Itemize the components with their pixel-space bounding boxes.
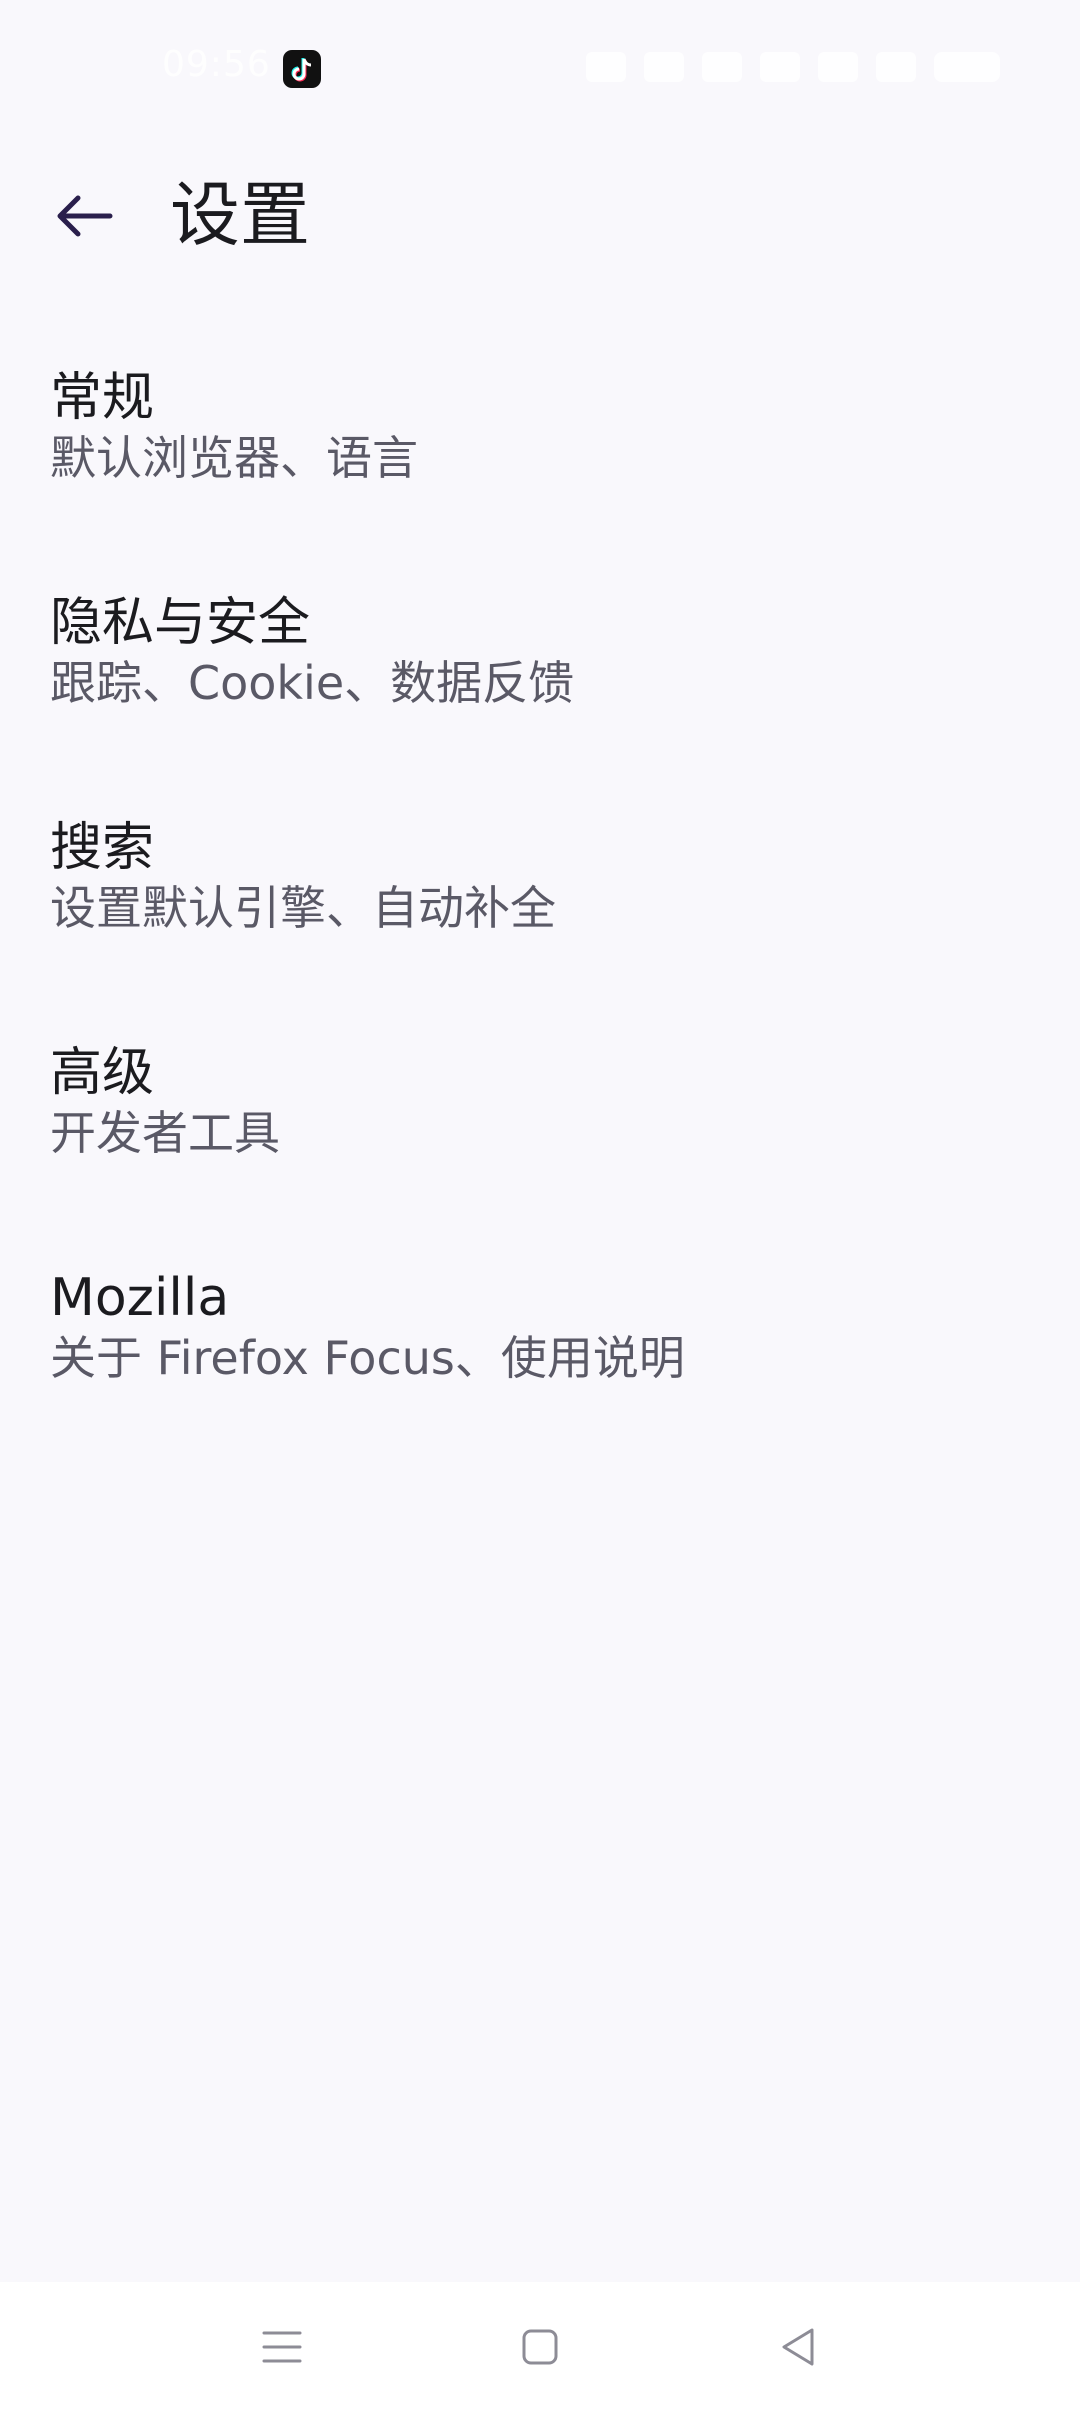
wifi-icon <box>760 52 800 82</box>
nfc-icon <box>644 52 684 82</box>
settings-item-title: 高级 <box>50 1043 155 1103</box>
settings-item-summary: 设置默认引擎、自动补全 <box>50 881 556 935</box>
settings-item-summary: 默认浏览器、语言 <box>50 431 418 485</box>
settings-item-title: 搜索 <box>50 818 155 878</box>
settings-item-summary: 开发者工具 <box>50 1106 280 1160</box>
settings-item-summary: 关于 Firefox Focus、使用说明 <box>50 1331 685 1385</box>
sim-icon <box>818 52 858 82</box>
battery-icon <box>934 52 1000 82</box>
arrow-left-icon <box>57 195 113 237</box>
settings-item-privacy[interactable]: 隐私与安全 跟踪、Cookie、数据反馈 <box>0 565 1080 790</box>
settings-item-general[interactable]: 常规 默认浏览器、语言 <box>0 340 1080 565</box>
tiktok-icon <box>283 50 321 88</box>
status-icons <box>586 52 1000 82</box>
recent-apps-button[interactable] <box>242 2307 322 2387</box>
system-nav-bar <box>0 2282 1080 2412</box>
settings-item-mozilla[interactable]: Mozilla 关于 Firefox Focus、使用说明 <box>0 1240 1080 1465</box>
app-bar: 设置 <box>0 150 1080 280</box>
back-button[interactable] <box>36 178 132 254</box>
home-button[interactable] <box>500 2307 580 2387</box>
settings-list: 常规 默认浏览器、语言 隐私与安全 跟踪、Cookie、数据反馈 搜索 设置默认… <box>0 340 1080 1465</box>
status-time: 09:56 <box>162 44 271 85</box>
nav-back-button[interactable] <box>758 2307 838 2387</box>
menu-icon <box>262 2331 302 2363</box>
settings-item-search[interactable]: 搜索 设置默认引擎、自动补全 <box>0 790 1080 1015</box>
vibrate-icon <box>702 52 742 82</box>
signal-icon <box>876 52 916 82</box>
settings-screen: 09:56 设置 常规 默认浏览器、语言 隐私与安全 跟踪、Cookie、数据反… <box>0 0 1080 2412</box>
page-title: 设置 <box>170 174 310 256</box>
settings-item-title: 常规 <box>50 368 155 428</box>
home-square-icon <box>522 2329 558 2365</box>
status-bar: 09:56 <box>0 0 1080 130</box>
back-triangle-icon <box>782 2328 814 2366</box>
settings-item-advanced[interactable]: 高级 开发者工具 <box>0 1015 1080 1240</box>
settings-item-title: Mozilla <box>50 1268 230 1328</box>
hd-icon <box>586 52 626 82</box>
settings-item-summary: 跟踪、Cookie、数据反馈 <box>50 656 575 710</box>
settings-item-title: 隐私与安全 <box>50 593 311 653</box>
